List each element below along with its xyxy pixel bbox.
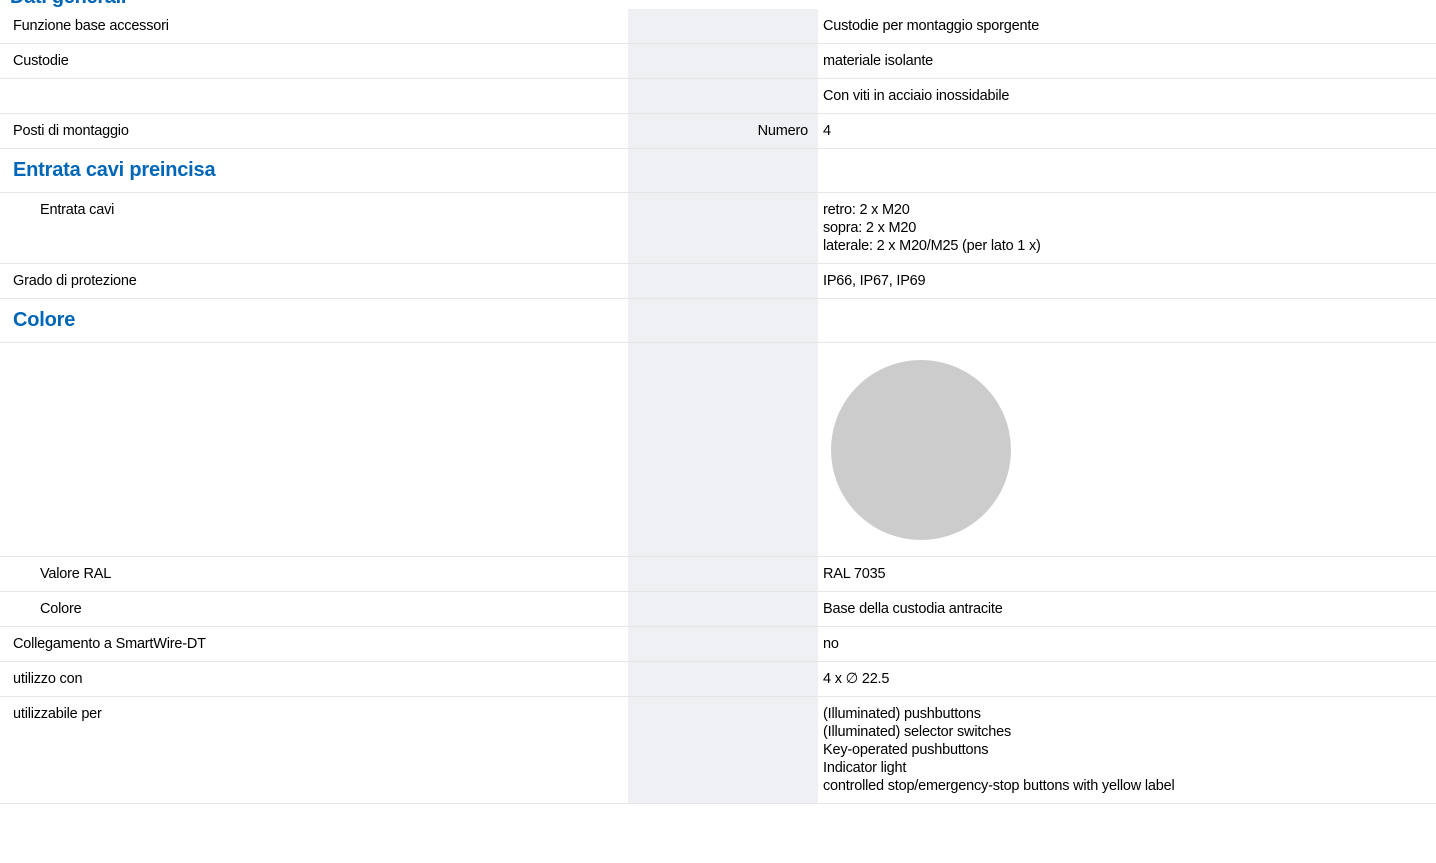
- spec-value-line: retro: 2 x M20: [823, 202, 910, 218]
- spec-label: [0, 79, 628, 113]
- spec-value-line: (Illuminated) pushbuttons: [823, 706, 981, 722]
- spec-row-utilizzabile: utilizzabile per (Illuminated) pushbutto…: [0, 697, 1436, 804]
- spec-value: Con viti in acciaio inossidabile: [818, 79, 1436, 113]
- spec-label: Posti di montaggio: [13, 123, 129, 139]
- spec-label: [0, 343, 628, 556]
- spec-value: 4: [818, 114, 1436, 148]
- spec-value: Base della custodia antracite: [818, 592, 1436, 626]
- spec-label: Collegamento a SmartWire-DT: [13, 636, 206, 652]
- spec-unit: [628, 193, 818, 263]
- spec-row-utilizzo: utilizzo con 4 x ∅ 22.5: [0, 662, 1436, 697]
- spec-unit: Numero: [628, 114, 818, 148]
- spec-label: Funzione base accessori: [13, 18, 169, 34]
- spec-unit: [628, 697, 818, 803]
- datasheet-page: Dati generali Funzione base accessori Cu…: [0, 0, 1436, 863]
- spec-label: Custodie: [13, 53, 69, 69]
- spec-unit: [628, 9, 818, 43]
- spec-value-line: RAL 7035: [823, 566, 886, 582]
- spec-row-ral: Valore RAL RAL 7035: [0, 557, 1436, 592]
- spec-label: utilizzabile per: [13, 706, 102, 722]
- spec-label: Valore RAL: [40, 566, 112, 582]
- spec-label: Entrata cavi: [40, 202, 115, 218]
- spec-value-line: (Illuminated) selector switches: [823, 724, 1012, 740]
- spec-label: Colore: [40, 601, 82, 617]
- spec-row-swatch: [0, 343, 1436, 557]
- spec-unit: [628, 79, 818, 113]
- color-swatch-icon: [831, 360, 1011, 540]
- spec-row-colore: Colore Base della custodia antracite: [0, 592, 1436, 627]
- section-heading: Entrata cavi preincisa: [13, 159, 216, 181]
- spec-value: no: [818, 627, 1436, 661]
- spec-row-viti: Con viti in acciaio inossidabile: [0, 79, 1436, 114]
- spec-row-custodie: Custodie materiale isolante: [0, 44, 1436, 79]
- spec-table: Funzione base accessori Custodie per mon…: [0, 9, 1436, 804]
- spec-unit: [628, 44, 818, 78]
- section-heading-general: Dati generali: [10, 0, 126, 9]
- spec-value-line: Custodie per montaggio sporgente: [823, 18, 1040, 34]
- spec-value: Custodie per montaggio sporgente: [818, 9, 1436, 43]
- spec-unit: [628, 592, 818, 626]
- spec-row-grado: Grado di protezione IP66, IP67, IP69: [0, 264, 1436, 299]
- spec-unit: [628, 264, 818, 298]
- spec-value-line: materiale isolante: [823, 53, 934, 69]
- spec-unit: [628, 662, 818, 696]
- section-heading: Colore: [13, 309, 76, 331]
- spec-value-line: no: [823, 636, 839, 652]
- spec-unit: [628, 627, 818, 661]
- spec-value-line: 4: [823, 123, 831, 139]
- spec-value: materiale isolante: [818, 44, 1436, 78]
- spec-value-line: IP66, IP67, IP69: [823, 273, 926, 289]
- spec-row-posti: Posti di montaggio Numero 4: [0, 114, 1436, 149]
- spec-unit: [628, 299, 818, 342]
- spec-value: IP66, IP67, IP69: [818, 264, 1436, 298]
- spec-row-funzione: Funzione base accessori Custodie per mon…: [0, 9, 1436, 44]
- spec-value-line: Base della custodia antracite: [823, 601, 1003, 617]
- spec-row-entrata: Entrata cavi retro: 2 x M20 sopra: 2 x M…: [0, 193, 1436, 264]
- spec-value-line: Key-operated pushbuttons: [823, 742, 989, 758]
- spec-value-line: Indicator light: [823, 760, 907, 776]
- section-row-entrata: Entrata cavi preincisa: [0, 149, 1436, 193]
- section-row-colore: Colore: [0, 299, 1436, 343]
- spec-value: retro: 2 x M20 sopra: 2 x M20 laterale: …: [818, 193, 1436, 263]
- spec-value: [818, 299, 1436, 342]
- spec-value-line: laterale: 2 x M20/M25 (per lato 1 x): [823, 238, 1041, 254]
- spec-value-line: sopra: 2 x M20: [823, 220, 917, 236]
- spec-value-line: Con viti in acciaio inossidabile: [823, 88, 1010, 104]
- spec-unit: [628, 557, 818, 591]
- spec-label: Grado di protezione: [13, 273, 137, 289]
- spec-unit: [628, 149, 818, 192]
- spec-label: utilizzo con: [13, 671, 83, 687]
- spec-value-line: controlled stop/emergency-stop buttons w…: [823, 778, 1175, 794]
- spec-value: RAL 7035: [818, 557, 1436, 591]
- spec-row-smartwire: Collegamento a SmartWire-DT no: [0, 627, 1436, 662]
- spec-value: [818, 149, 1436, 192]
- spec-value: 4 x ∅ 22.5: [818, 662, 1436, 696]
- spec-value-line: 4 x ∅ 22.5: [823, 671, 890, 687]
- spec-value: (Illuminated) pushbuttons (Illuminated) …: [818, 697, 1436, 803]
- spec-unit: [628, 343, 818, 556]
- spec-value: [818, 343, 1436, 556]
